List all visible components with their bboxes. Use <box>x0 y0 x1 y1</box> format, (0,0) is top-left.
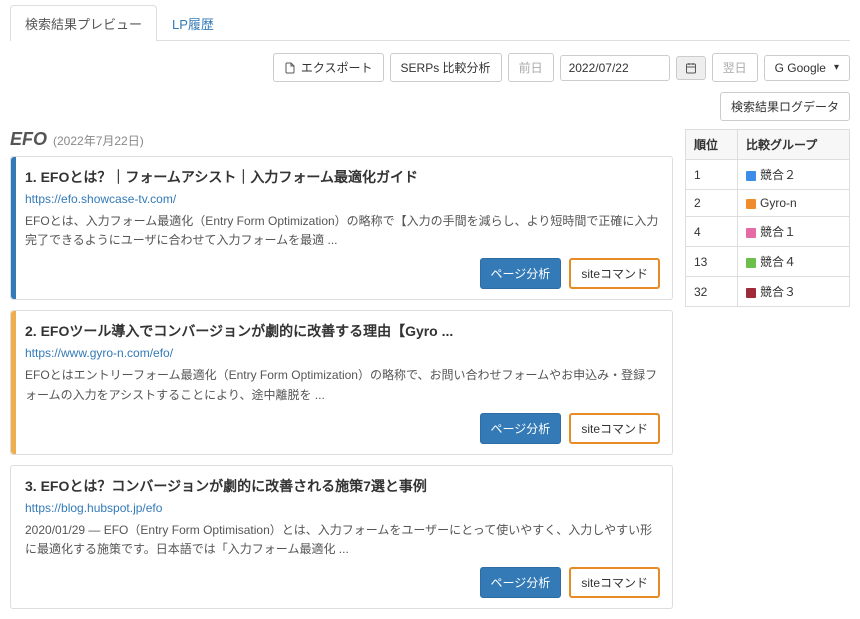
site-command-button[interactable]: siteコマンド <box>569 567 660 598</box>
table-row[interactable]: 4 競合１ <box>686 217 850 247</box>
export-button[interactable]: エクスポート <box>273 53 384 82</box>
rank-cell: 1 <box>686 160 738 190</box>
serps-compare-button[interactable]: SERPs 比較分析 <box>390 53 502 82</box>
search-result: 1. EFOとは？｜フォームアシスト｜入力フォーム最適化ガイド https://e… <box>10 156 673 300</box>
search-result: 2. EFOツール導入でコンバージョンが劇的に改善する理由【Gyro ... ht… <box>10 310 673 454</box>
site-command-button[interactable]: siteコマンド <box>569 258 660 289</box>
color-swatch <box>746 258 756 268</box>
table-row[interactable]: 13 競合４ <box>686 247 850 277</box>
result-snippet: 2020/01/29 — EFO（Entry Form Optimisation… <box>25 521 660 559</box>
rank-cell: 2 <box>686 190 738 217</box>
table-row[interactable]: 2 Gyro-n <box>686 190 850 217</box>
color-swatch <box>746 288 756 298</box>
calendar-button[interactable] <box>676 56 706 80</box>
page-analyze-button[interactable]: ページ分析 <box>480 413 562 444</box>
result-url[interactable]: https://www.gyro-n.com/efo/ <box>25 346 173 360</box>
result-url[interactable]: https://efo.showcase-tv.com/ <box>25 192 176 206</box>
group-label: 競合３ <box>760 285 796 299</box>
tab-lp-history[interactable]: LP履歴 <box>157 5 229 41</box>
result-title: 2. EFOツール導入でコンバージョンが劇的に改善する理由【Gyro ... <box>25 321 660 341</box>
col-rank: 順位 <box>686 130 738 160</box>
date-input[interactable] <box>560 55 670 81</box>
group-label: 競合１ <box>760 225 796 239</box>
result-actions: ページ分析siteコマンド <box>25 258 660 289</box>
file-icon <box>284 62 296 74</box>
group-cell: 競合２ <box>738 160 850 190</box>
group-cell: Gyro-n <box>738 190 850 217</box>
result-actions: ページ分析siteコマンド <box>25 413 660 444</box>
compare-group-table: 順位 比較グループ 1 競合２ 2 Gyro-n 4 競合１ 13 競合４ 32 競合３ <box>685 129 850 307</box>
rank-cell: 13 <box>686 247 738 277</box>
toolbar-secondary: 検索結果ログデータ <box>10 92 850 121</box>
color-swatch <box>746 171 756 181</box>
result-url[interactable]: https://blog.hubspot.jp/efo <box>25 501 162 515</box>
result-stripe <box>11 157 16 299</box>
result-title: 3. EFOとは？コンバージョンが劇的に改善される施策7選と事例 <box>25 476 660 496</box>
color-swatch <box>746 199 756 209</box>
engine-label: G Google <box>775 61 826 75</box>
group-label: 競合４ <box>760 255 796 269</box>
group-cell: 競合１ <box>738 217 850 247</box>
rank-cell: 4 <box>686 217 738 247</box>
keyword-title: EFO <box>10 129 47 150</box>
caret-down-icon: ▾ <box>834 62 839 73</box>
table-row[interactable]: 32 競合３ <box>686 277 850 307</box>
prev-day-button[interactable]: 前日 <box>508 53 554 82</box>
result-actions: ページ分析siteコマンド <box>25 567 660 598</box>
group-label: Gyro-n <box>760 196 797 210</box>
group-label: 競合２ <box>760 168 796 182</box>
engine-select[interactable]: G Google ▾ <box>764 55 850 81</box>
site-command-button[interactable]: siteコマンド <box>569 413 660 444</box>
page-analyze-button[interactable]: ページ分析 <box>480 567 562 598</box>
tabs: 検索結果プレビュー LP履歴 <box>10 5 850 41</box>
tab-preview[interactable]: 検索結果プレビュー <box>10 5 157 41</box>
group-cell: 競合４ <box>738 247 850 277</box>
color-swatch <box>746 228 756 238</box>
table-row[interactable]: 1 競合２ <box>686 160 850 190</box>
result-stripe <box>11 311 16 453</box>
export-label: エクスポート <box>301 59 373 76</box>
toolbar: エクスポート SERPs 比較分析 前日 翌日 G Google ▾ <box>10 53 850 82</box>
search-result: 3. EFOとは？コンバージョンが劇的に改善される施策7選と事例 https://… <box>10 465 673 609</box>
result-title: 1. EFOとは？｜フォームアシスト｜入力フォーム最適化ガイド <box>25 167 660 187</box>
result-snippet: EFOとはエントリーフォーム最適化（Entry Form Optimizatio… <box>25 366 660 404</box>
rank-cell: 32 <box>686 277 738 307</box>
group-cell: 競合３ <box>738 277 850 307</box>
log-data-button[interactable]: 検索結果ログデータ <box>720 92 850 121</box>
page-heading: EFO (2022年7月22日) <box>10 129 673 150</box>
calendar-icon <box>685 62 697 74</box>
heading-date: (2022年7月22日) <box>53 132 144 149</box>
result-snippet: EFOとは、入力フォーム最適化（Entry Form Optimization）… <box>25 212 660 250</box>
col-group: 比較グループ <box>738 130 850 160</box>
page-analyze-button[interactable]: ページ分析 <box>480 258 562 289</box>
next-day-button[interactable]: 翌日 <box>712 53 758 82</box>
